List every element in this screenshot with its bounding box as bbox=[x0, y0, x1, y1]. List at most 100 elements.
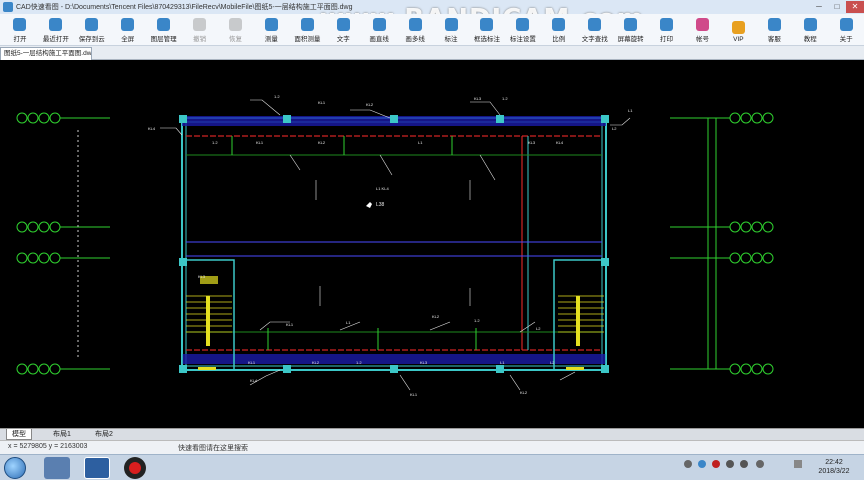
tray-icon-d[interactable] bbox=[756, 460, 764, 468]
svg-text:KL1: KL1 bbox=[286, 322, 294, 327]
toolbar-button-21[interactable]: 客服 bbox=[756, 15, 792, 45]
toolbar-icon-10 bbox=[372, 18, 386, 31]
toolbar-button-16[interactable]: 文字查找 bbox=[577, 15, 613, 45]
toolbar-button-20[interactable]: VIP bbox=[720, 15, 756, 45]
toolbar-icon-23 bbox=[839, 18, 853, 31]
toolbar-button-8[interactable]: 面积测量 bbox=[289, 15, 325, 45]
toolbar-button-7[interactable]: 测量 bbox=[253, 15, 289, 45]
toolbar-label: 全屏 bbox=[121, 36, 135, 43]
toolbar-button-13[interactable]: 框选标注 bbox=[469, 15, 505, 45]
toolbar-button-5[interactable]: 撤销 bbox=[182, 15, 218, 45]
network-tray-icon[interactable] bbox=[684, 460, 692, 468]
bandicam-taskbar-icon[interactable] bbox=[124, 457, 146, 479]
drawing-canvas[interactable]: 1.2 KL1 KL2 KL3 1.2 KL4 L1 L2 1.2 KL1 KL2 L1 KL3… bbox=[0, 60, 864, 428]
coordinate-readout: x = 5279805 y = 2163003 bbox=[8, 443, 88, 450]
toolbar-button-4[interactable]: 图层管理 bbox=[146, 15, 182, 45]
start-button[interactable] bbox=[4, 457, 26, 479]
tray-icon-a[interactable] bbox=[698, 460, 706, 468]
toolbar-button-22[interactable]: 教程 bbox=[792, 15, 828, 45]
clock-time: 22:42 bbox=[825, 459, 843, 466]
tray-icon-c[interactable] bbox=[740, 460, 748, 468]
toolbar-icon-2 bbox=[85, 18, 99, 31]
toolbar-label: VIP bbox=[733, 36, 744, 43]
toolbar-label: 图层管理 bbox=[150, 36, 177, 43]
toolbar-icon-5 bbox=[193, 18, 207, 31]
toolbar-label: 测量 bbox=[264, 36, 278, 43]
toolbar-label: 比例 bbox=[552, 36, 566, 43]
stair-right bbox=[553, 259, 607, 371]
toolbar-label: 文字 bbox=[336, 36, 350, 43]
svg-text:KL1: KL1 bbox=[410, 392, 418, 397]
columns bbox=[179, 115, 609, 373]
toolbar-icon-7 bbox=[264, 18, 278, 31]
svg-text:KL4: KL4 bbox=[148, 126, 156, 131]
cad-viewer-taskbar-icon[interactable] bbox=[84, 457, 110, 479]
taskbar-clock[interactable]: 22:42 2018/3/22 bbox=[814, 458, 854, 476]
building-outline bbox=[181, 116, 607, 371]
toolbar-icon-6 bbox=[228, 18, 242, 31]
layout-tabs: 模型 布局1 布局2 bbox=[0, 428, 864, 440]
cad-drawing: 1.2 KL1 KL2 KL3 1.2 KL4 L1 L2 1.2 KL1 KL2 L1 KL3… bbox=[16, 94, 774, 397]
toolbar-label: 标注设置 bbox=[509, 36, 536, 43]
toolbar-button-10[interactable]: 画直线 bbox=[361, 15, 397, 45]
toolbar-button-1[interactable]: 最近打开 bbox=[38, 15, 74, 45]
svg-text:KL2: KL2 bbox=[318, 140, 326, 145]
left-axis-bubbles bbox=[16, 112, 110, 375]
toolbar-label: 恢复 bbox=[228, 36, 242, 43]
svg-text:KL1: KL1 bbox=[248, 360, 256, 365]
beam-labels: 1.2 KL1 KL2 KL3 1.2 KL4 L1 L2 1.2 KL1 KL2 L1 KL3… bbox=[148, 94, 633, 397]
right-axis-bubbles bbox=[670, 112, 774, 375]
toolbar-icon-3 bbox=[121, 18, 135, 31]
toolbar-button-15[interactable]: 比例 bbox=[541, 15, 577, 45]
toolbar-label: 保存到云 bbox=[78, 36, 105, 43]
toolbar-icon-16 bbox=[588, 18, 602, 31]
toolbar-icon-22 bbox=[803, 18, 817, 31]
document-tab[interactable]: 图纸5-一层结构施工平面图.dwg ✕ bbox=[0, 47, 92, 60]
toolbar-button-11[interactable]: 画多线 bbox=[397, 15, 433, 45]
record-tray-icon[interactable] bbox=[712, 460, 720, 468]
center-labels: L1 KL4 L38 bbox=[366, 186, 389, 208]
toolbar-button-6[interactable]: 恢复 bbox=[218, 15, 254, 45]
toolbar-label: 最近打开 bbox=[42, 36, 69, 43]
svg-text:L2: L2 bbox=[612, 126, 617, 131]
toolbar-button-14[interactable]: 标注设置 bbox=[505, 15, 541, 45]
svg-text:L1 KL4: L1 KL4 bbox=[376, 186, 389, 191]
tray-icon-b[interactable] bbox=[726, 460, 734, 468]
layout-tab-0[interactable]: 模型 bbox=[6, 429, 32, 440]
toolbar-button-23[interactable]: 关于 bbox=[828, 15, 864, 45]
search-hint: 快速看图请在这里搜索 bbox=[178, 445, 248, 452]
toolbar-icon-18 bbox=[660, 18, 674, 31]
volume-icon[interactable] bbox=[794, 460, 802, 468]
svg-text:KL2: KL2 bbox=[432, 314, 440, 319]
minimize-button[interactable]: ─ bbox=[810, 1, 828, 13]
toolbar-icon-8 bbox=[300, 18, 314, 31]
maximize-button[interactable]: □ bbox=[828, 1, 846, 13]
app-icon bbox=[3, 2, 13, 12]
svg-text:KL3: KL3 bbox=[528, 140, 536, 145]
toolbar-icon-4 bbox=[157, 18, 171, 31]
toolbar-button-17[interactable]: 屏幕旋转 bbox=[613, 15, 649, 45]
layout-tab-1[interactable]: 布局1 bbox=[48, 429, 76, 440]
toolbar-icon-14 bbox=[516, 18, 530, 31]
toolbar-label: 帐号 bbox=[695, 36, 709, 43]
toolbar-button-0[interactable]: 打开 bbox=[2, 15, 38, 45]
toolbar-label: 打开 bbox=[13, 36, 27, 43]
toolbar-button-18[interactable]: 打印 bbox=[649, 15, 685, 45]
layout-tab-2[interactable]: 布局2 bbox=[90, 429, 118, 440]
explorer-taskbar-icon[interactable] bbox=[44, 457, 70, 479]
close-button[interactable]: ✕ bbox=[846, 1, 864, 13]
toolbar-icon-12 bbox=[444, 18, 458, 31]
toolbar-button-19[interactable]: 帐号 bbox=[685, 15, 721, 45]
toolbar-icon-13 bbox=[480, 18, 494, 31]
toolbar-button-12[interactable]: 标注 bbox=[433, 15, 469, 45]
windows-taskbar: 22:42 2018/3/22 bbox=[0, 454, 864, 480]
svg-text:L2: L2 bbox=[550, 360, 555, 365]
toolbar-button-3[interactable]: 全屏 bbox=[110, 15, 146, 45]
toolbar-button-2[interactable]: 保存到云 bbox=[74, 15, 110, 45]
svg-text:1.2: 1.2 bbox=[356, 360, 362, 365]
svg-text:L2: L2 bbox=[536, 326, 541, 331]
toolbar-label: 撤销 bbox=[193, 36, 207, 43]
toolbar-icon-11 bbox=[408, 18, 422, 31]
svg-text:1.2: 1.2 bbox=[474, 318, 480, 323]
toolbar-button-9[interactable]: 文字 bbox=[325, 15, 361, 45]
